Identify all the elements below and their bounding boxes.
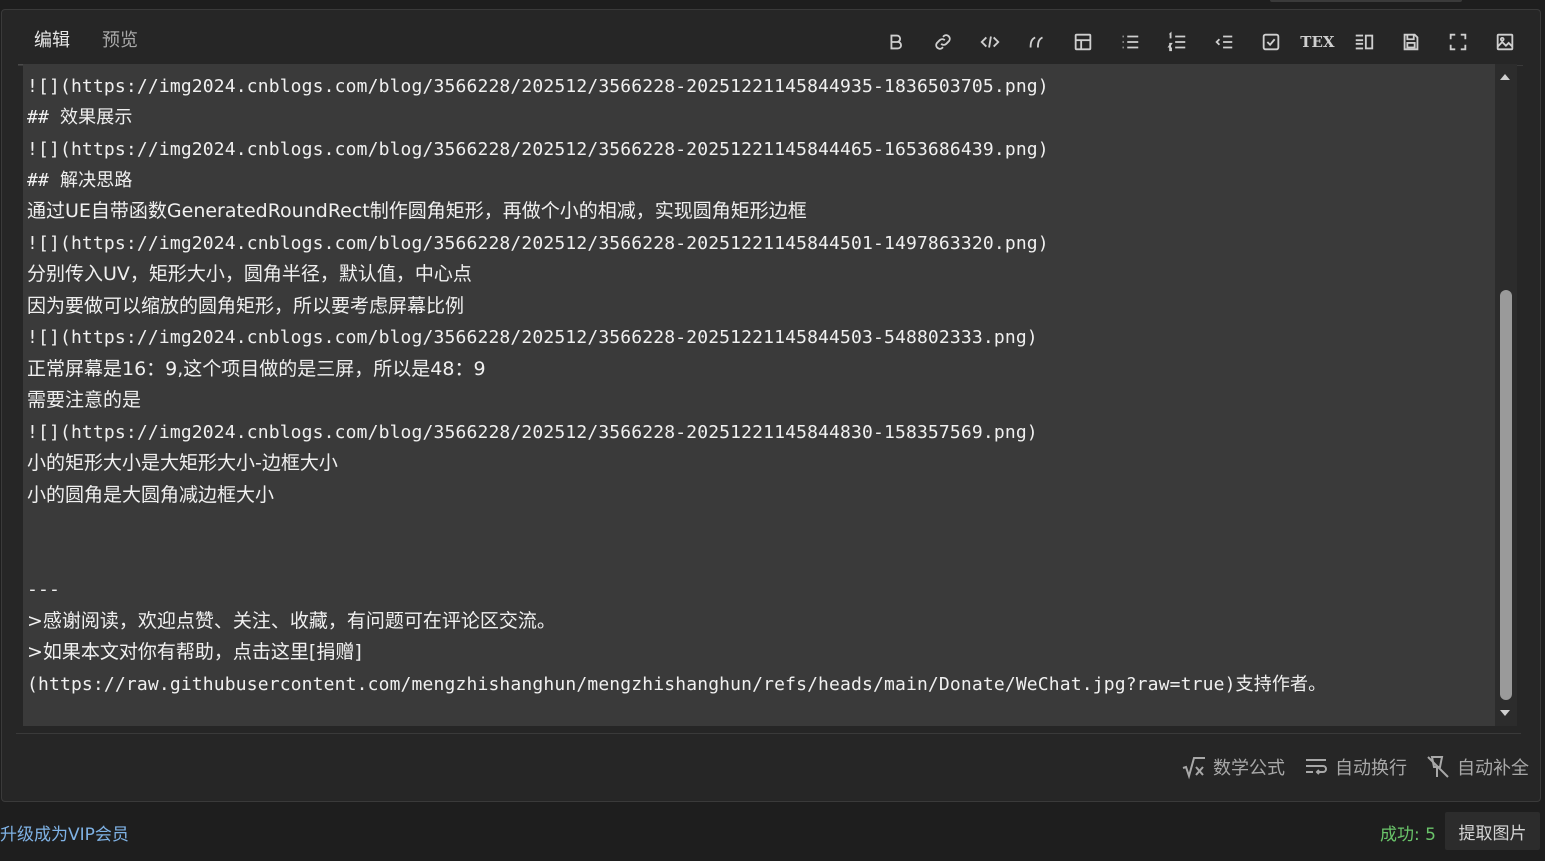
checkbox-button[interactable] — [1247, 28, 1294, 56]
editor-line: 因为要做可以缩放的圆角矩形，所以要考虑屏幕比例 — [27, 295, 465, 317]
scrollbar-thumb[interactable] — [1500, 290, 1512, 700]
editor-footer-tools: 数学公式 自动换行 自动补全 — [1181, 752, 1529, 782]
image-button[interactable] — [1481, 28, 1528, 56]
ordered-list-button[interactable] — [1154, 28, 1201, 56]
editor-line: ![](https://img2024.cnblogs.com/blog/356… — [27, 422, 1038, 443]
markdown-text-area[interactable]: ![](https://img2024.cnblogs.com/blog/356… — [23, 64, 1495, 726]
scroll-up-arrow-icon[interactable] — [1500, 74, 1510, 80]
editor-line: (https://raw.githubusercontent.com/mengz… — [27, 674, 1327, 695]
math-formula-toggle[interactable]: 数学公式 — [1181, 754, 1285, 780]
editor-toolbar: TEX — [873, 28, 1528, 56]
split-view-button[interactable] — [1341, 28, 1388, 56]
editor-line: 分别传入UV，矩形大小，圆角半径，默认值，中心点 — [27, 263, 472, 285]
split-view-icon — [1355, 34, 1374, 50]
table-button[interactable] — [1060, 28, 1107, 56]
fullscreen-icon — [1449, 33, 1467, 51]
editor-line: 正常屏幕是16：9,这个项目做的是三屏，所以是48：9 — [27, 358, 486, 380]
quote-icon — [1029, 36, 1043, 48]
upgrade-vip-link[interactable]: 升级成为VIP会员 — [0, 820, 129, 845]
editor-line: ## 解决思路 — [27, 170, 133, 191]
editor-line: >感谢阅读，欢迎点赞、关注、收藏，有问题可在评论区交流。 — [27, 610, 556, 632]
quote-button[interactable] — [1013, 28, 1060, 56]
unordered-list-button[interactable] — [1107, 28, 1154, 56]
table-icon — [1075, 33, 1092, 51]
indent-button[interactable] — [1200, 28, 1247, 56]
save-icon — [1403, 33, 1419, 51]
editor-line: >如果本文对你有帮助，点击这里[捐赠] — [27, 641, 362, 663]
code-button[interactable] — [966, 28, 1013, 56]
tab-preview[interactable]: 预览 — [86, 30, 154, 66]
sqrt-x-icon — [1182, 757, 1205, 780]
editor-line: ![](https://img2024.cnblogs.com/blog/356… — [27, 139, 1049, 160]
extract-images-button[interactable]: 提取图片 — [1445, 812, 1540, 850]
success-status: 成功: 5 — [1380, 825, 1436, 845]
unordered-list-icon — [1122, 35, 1139, 49]
indent-icon — [1215, 35, 1233, 49]
bold-button[interactable] — [873, 28, 920, 56]
editor-line: 需要注意的是 — [27, 389, 142, 411]
editor-line: ![](https://img2024.cnblogs.com/blog/356… — [27, 233, 1049, 254]
ordered-list-icon — [1167, 31, 1186, 52]
tex-icon: TEX — [1300, 33, 1335, 51]
editor-line: ## 效果展示 — [27, 107, 133, 128]
bold-icon — [890, 34, 903, 50]
save-button[interactable] — [1388, 28, 1435, 56]
editor-line: 通过UE自带函数GeneratedRoundRect制作圆角矩形，再做个小的相减… — [27, 200, 807, 222]
link-icon — [935, 34, 951, 50]
fullscreen-button[interactable] — [1434, 28, 1481, 56]
editor-line: ![](https://img2024.cnblogs.com/blog/356… — [27, 76, 1049, 97]
math-formula-label: 数学公式 — [1213, 758, 1285, 779]
vertical-scrollbar[interactable] — [1495, 64, 1517, 726]
code-icon — [980, 36, 1000, 48]
top-strip — [1270, 0, 1462, 2]
checkbox-icon — [1262, 33, 1279, 51]
footer-divider — [16, 733, 1521, 734]
auto-complete-toggle[interactable]: 自动补全 — [1425, 754, 1529, 780]
tab-edit[interactable]: 编辑 — [18, 30, 86, 66]
tex-button[interactable]: TEX — [1294, 28, 1341, 56]
editor-line: --- — [27, 579, 60, 600]
image-icon — [1496, 33, 1513, 51]
auto-wrap-label: 自动换行 — [1335, 758, 1407, 779]
auto-wrap-toggle[interactable]: 自动换行 — [1303, 754, 1407, 780]
wrap-text-icon — [1306, 759, 1327, 775]
editor-line: ![](https://img2024.cnblogs.com/blog/356… — [27, 327, 1038, 348]
link-button[interactable] — [920, 28, 967, 56]
auto-complete-label: 自动补全 — [1457, 758, 1529, 779]
scroll-down-arrow-icon[interactable] — [1500, 710, 1510, 716]
editor-line: 小的圆角是大圆角减边框大小 — [27, 484, 275, 506]
auto-complete-off-icon — [1427, 756, 1449, 778]
editor-tabs: 编辑 预览 — [18, 30, 154, 66]
editor-line: 小的矩形大小是大矩形大小-边框大小 — [27, 452, 338, 474]
